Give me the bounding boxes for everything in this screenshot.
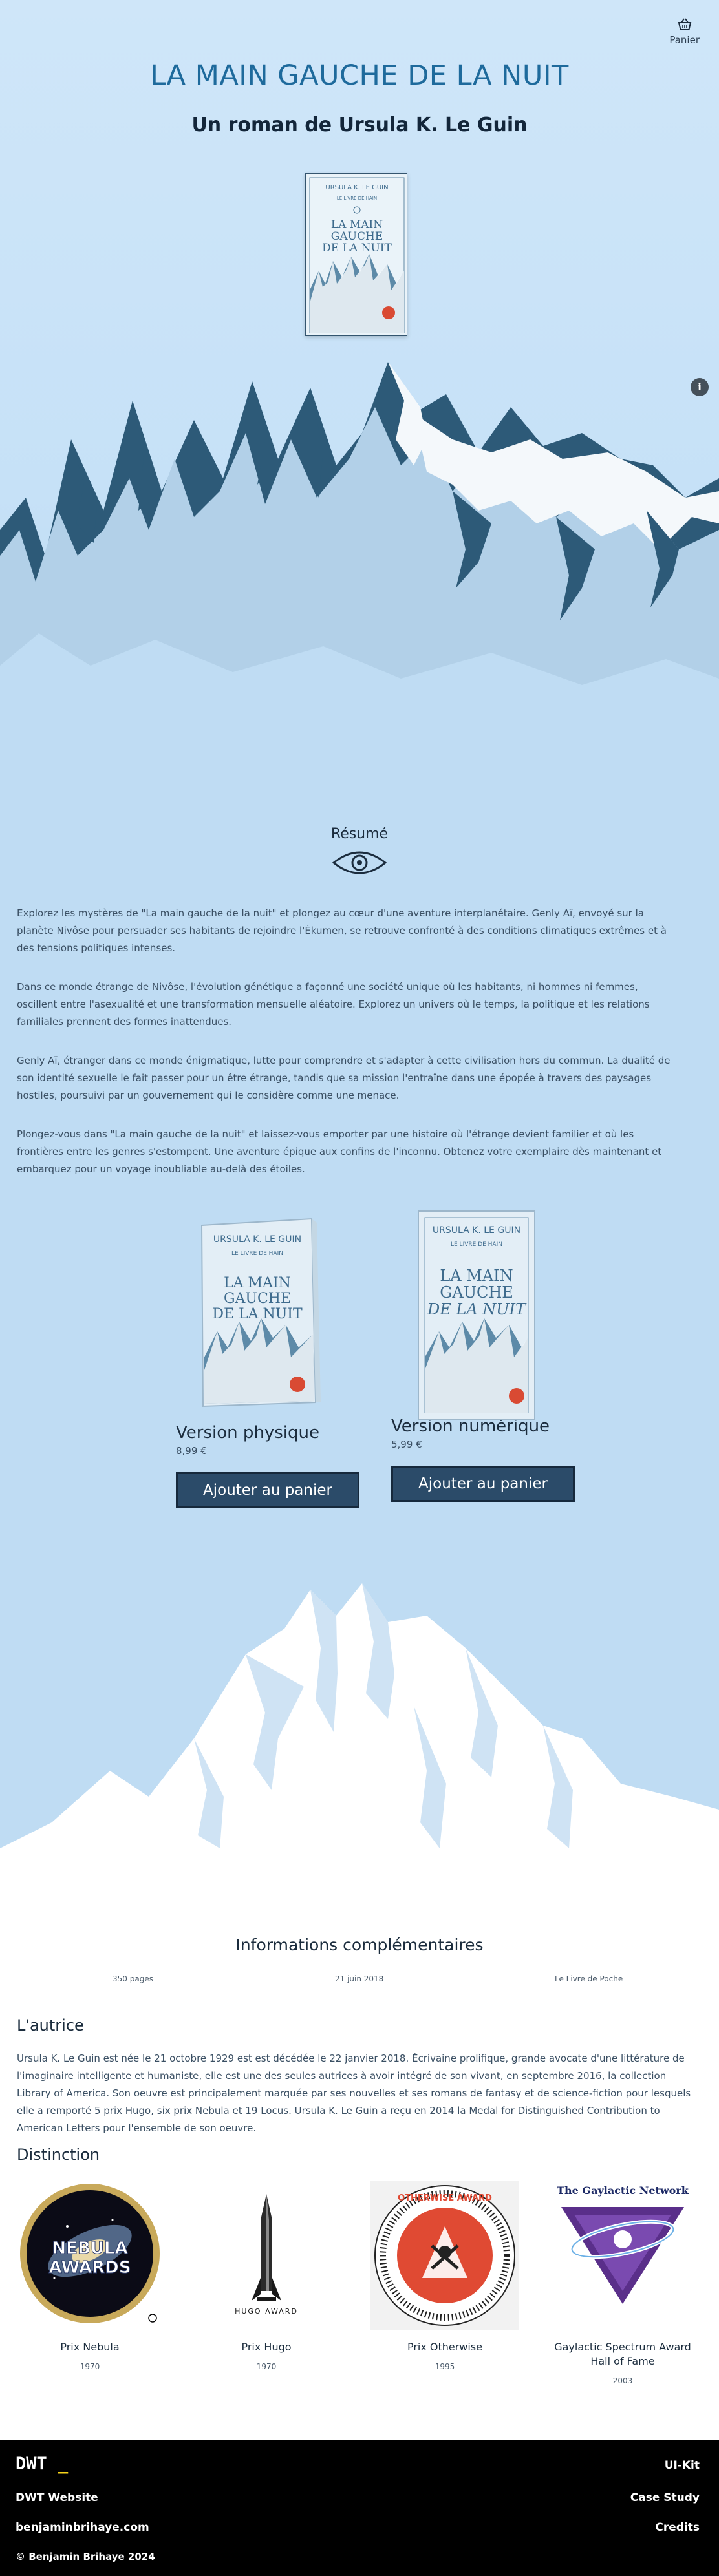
product-price: 5,99 € xyxy=(391,1439,422,1450)
cover-title-2: GAUCHE xyxy=(331,230,383,243)
p2-cover-title-2: GAUCHE xyxy=(440,1283,513,1302)
otherwise-award-logo: OTHERWISE AWARD xyxy=(370,2181,519,2330)
nebula-award-logo: NEBULA AWARDS xyxy=(16,2181,164,2330)
resume-header: Résumé xyxy=(0,826,719,878)
add-to-cart-physical-button[interactable]: Ajouter au panier xyxy=(176,1472,360,1508)
footer-logo[interactable]: DWT _ xyxy=(16,2454,68,2474)
award-gaylactic: The Gaylactic Network Gaylactic Spectrum… xyxy=(548,2181,697,2385)
award-nebula: NEBULA AWARDS Prix Nebula 1970 xyxy=(16,2181,164,2371)
award-name: Prix Otherwise xyxy=(407,2341,483,2353)
resume-paragraph: Plongez-vous dans "La main gauche de la … xyxy=(17,1128,662,1175)
p1-cover-title-3: DE LA NUIT xyxy=(212,1306,303,1322)
author-text: Ursula K. Le Guin est née le 21 octobre … xyxy=(17,2053,691,2134)
cover-series: LE LIVRE DE HAIN xyxy=(337,196,377,201)
resume-title: Résumé xyxy=(330,826,389,842)
product-name: Version physique xyxy=(176,1423,319,1442)
footer-link-dwt-website[interactable]: DWT Website xyxy=(16,2491,98,2504)
hero-book-cover: URSULA K. LE GUIN LE LIVRE DE HAIN LA MA… xyxy=(305,173,407,336)
award-hugo: HUGO AWARD Prix Hugo 1970 xyxy=(192,2181,341,2371)
page: Panier LA MAIN GAUCHE DE LA NUIT Un roma… xyxy=(0,0,719,2576)
award-year: 1970 xyxy=(80,2362,100,2371)
page-title: LA MAIN GAUCHE DE LA NUIT xyxy=(150,59,569,92)
info-publisher: Le Livre de Poche xyxy=(555,1974,623,1983)
logo-text: DWT xyxy=(16,2454,47,2474)
gaylactic-award-logo: The Gaylactic Network xyxy=(548,2181,697,2330)
digital-book-image: URSULA K. LE GUIN LE LIVRE DE HAIN LA MA… xyxy=(391,1209,579,1420)
info-title: Informations complémentaires xyxy=(235,1936,484,1954)
award-otherwise: OTHERWISE AWARD Prix Otherwise 1995 xyxy=(370,2181,519,2371)
cover-art: URSULA K. LE GUIN LE LIVRE DE HAIN LA MA… xyxy=(306,174,407,335)
award-year: 1995 xyxy=(435,2362,455,2371)
nebula-logo-text-2: AWARDS xyxy=(49,2258,131,2277)
award-year: 1970 xyxy=(256,2362,277,2371)
author-title: L'autrice xyxy=(17,2016,84,2034)
physical-book-image: URSULA K. LE GUIN LE LIVRE DE HAIN LA MA… xyxy=(176,1215,363,1419)
cover-title-1: LA MAIN xyxy=(331,218,383,231)
award-name: Prix Hugo xyxy=(241,2341,292,2353)
hero-section: Panier LA MAIN GAUCHE DE LA NUIT Un roma… xyxy=(0,0,719,827)
p1-cover-series: LE LIVRE DE HAIN xyxy=(231,1251,283,1257)
footer-link-case-study[interactable]: Case Study xyxy=(630,2491,700,2504)
resume-paragraph: Genly Aï, étranger dans ce monde énigmat… xyxy=(17,1055,671,1101)
product-price: 8,99 € xyxy=(176,1445,207,1457)
info-date: 21 juin 2018 xyxy=(335,1974,384,1983)
p1-cover-title-2: GAUCHE xyxy=(224,1291,291,1307)
resume-paragraph: Dans ce monde étrange de Nivôse, l'évolu… xyxy=(17,981,650,1028)
cover-author: URSULA K. LE GUIN xyxy=(325,184,388,191)
basket-icon xyxy=(678,18,691,30)
cart-button[interactable]: Panier xyxy=(669,18,700,46)
details-section: Informations complémentaires 350 pages 2… xyxy=(0,1906,719,2443)
footer-link-benjaminbrihaye[interactable]: benjaminbrihaye.com xyxy=(16,2521,149,2534)
award-name: Prix Nebula xyxy=(60,2341,120,2353)
p2-cover-series: LE LIVRE DE HAIN xyxy=(451,1241,502,1248)
logo-cursor: _ xyxy=(58,2454,69,2474)
footer: DWT _ DWT Website benjaminbrihaye.com © … xyxy=(0,2440,719,2576)
cart-label: Panier xyxy=(669,34,700,46)
hugo-logo-text: HUGO AWARD xyxy=(235,2307,298,2316)
info-pages: 350 pages xyxy=(113,1974,153,1983)
p2-cover-title-3: DE LA NUIT xyxy=(427,1300,527,1318)
product-digital: URSULA K. LE GUIN LE LIVRE DE HAIN LA MA… xyxy=(391,1209,579,1502)
cover-title-3: DE LA NUIT xyxy=(322,242,392,255)
otherwise-logo-text: OTHERWISE AWARD xyxy=(398,2193,492,2203)
award-year: 2003 xyxy=(612,2376,633,2385)
nebula-logo-text-1: NEBULA xyxy=(52,2239,127,2258)
resume-text: Explorez les mystères de "La main gauche… xyxy=(17,905,676,1199)
product-physical: URSULA K. LE GUIN LE LIVRE DE HAIN LA MA… xyxy=(176,1215,363,1508)
distinction-title: Distinction xyxy=(17,2146,100,2164)
mountain-range-illustration xyxy=(0,362,719,827)
p2-cover-author: URSULA K. LE GUIN xyxy=(433,1225,520,1236)
gaylactic-logo-text: The Gaylactic Network xyxy=(557,2184,689,2197)
p1-cover-title-1: LA MAIN xyxy=(224,1275,291,1291)
footer-link-ui-kit[interactable]: UI-Kit xyxy=(665,2459,700,2472)
resume-paragraph: Explorez les mystères de "La main gauche… xyxy=(17,907,667,954)
p2-cover-title-1: LA MAIN xyxy=(440,1267,513,1285)
footer-copyright: © Benjamin Brihaye 2024 xyxy=(16,2551,155,2562)
eye-icon xyxy=(332,851,387,874)
award-name: Gaylactic Spectrum Award Hall of Fame xyxy=(554,2341,691,2367)
hugo-award-logo: HUGO AWARD xyxy=(192,2181,341,2330)
snowy-mountain-illustration xyxy=(0,1583,719,1913)
add-to-cart-digital-button[interactable]: Ajouter au panier xyxy=(391,1466,575,1502)
footer-link-credits[interactable]: Credits xyxy=(655,2521,700,2534)
p1-cover-author: URSULA K. LE GUIN xyxy=(213,1234,301,1245)
page-subtitle: Un roman de Ursula K. Le Guin xyxy=(191,114,528,136)
